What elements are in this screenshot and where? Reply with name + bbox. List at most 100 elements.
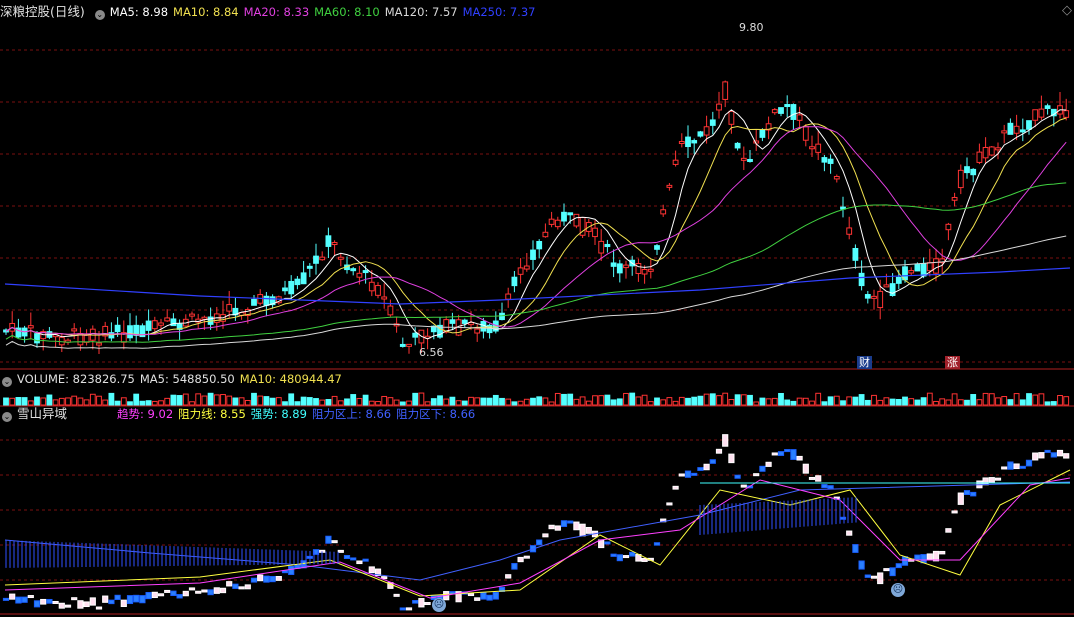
volume-ma10: MA10: 480944.47	[239, 372, 342, 386]
volume-bar	[970, 394, 977, 406]
volume-bar	[920, 397, 927, 406]
indicator-bar	[920, 554, 927, 564]
candle-body	[251, 298, 257, 306]
candle-body	[337, 256, 344, 260]
candle-body	[641, 268, 648, 275]
volume-bar	[951, 393, 958, 406]
volume-bar	[1026, 393, 1032, 406]
indicator-bar	[684, 470, 692, 478]
volume-bar	[697, 395, 704, 406]
volume-bar	[232, 397, 239, 406]
volume-bar	[120, 397, 127, 406]
chart-canvas[interactable]	[0, 0, 1074, 617]
candle-body	[282, 287, 288, 292]
volume-bar	[883, 397, 890, 406]
indicator-bar	[393, 593, 400, 597]
candle-body	[728, 110, 735, 125]
finance-tag[interactable]: 财	[857, 356, 872, 369]
indicator-bar	[343, 555, 351, 560]
volume-bar	[858, 394, 865, 406]
indicator-bar	[610, 553, 617, 557]
indicator-bar	[759, 465, 766, 472]
indicator-bar	[1025, 459, 1033, 467]
candle-body	[263, 295, 270, 306]
candle-body	[1063, 110, 1070, 118]
volume-bar	[449, 396, 456, 406]
candle-body	[387, 305, 394, 316]
volume-bar	[257, 395, 264, 406]
indicator-bar	[598, 539, 605, 549]
collapse-circle-icon[interactable]: ⌄	[2, 412, 12, 422]
candle-body	[83, 334, 90, 343]
indicator-bar	[604, 541, 611, 545]
indicator-bar	[133, 594, 140, 603]
candle-body	[852, 247, 859, 261]
indicator-bar	[350, 557, 357, 561]
candle-body	[151, 320, 158, 330]
indicator-bar	[846, 530, 853, 536]
candle-body	[871, 295, 877, 299]
volume-bar	[716, 395, 722, 406]
volume-bar	[244, 399, 251, 406]
indicator-bar	[641, 557, 648, 562]
volume-bar	[691, 396, 698, 406]
indicator-bar	[1019, 465, 1026, 469]
indicator-bar	[622, 555, 630, 559]
candle-body	[976, 151, 983, 163]
volume-bar	[344, 398, 350, 406]
volume-bar	[660, 399, 667, 406]
volume-bar	[740, 394, 747, 406]
candle-body	[530, 249, 536, 260]
volume-bar	[71, 395, 78, 406]
indicator-bar	[988, 477, 995, 484]
indicator-bar	[697, 467, 704, 471]
volume-bar	[1007, 399, 1014, 406]
collapse-circle-icon[interactable]: ⌄	[2, 377, 12, 387]
candle-body	[703, 126, 710, 136]
volume-bar	[387, 397, 394, 406]
candle-body	[833, 175, 840, 180]
candle-body	[926, 262, 933, 272]
indicator-bar	[21, 596, 28, 603]
indicator-bar	[325, 535, 332, 544]
volume-legend: ⌄ VOLUME: 823826.75 MA5: 548850.50 MA10: 48…	[0, 371, 347, 387]
volume-bar	[982, 392, 989, 406]
indicator-bar	[722, 434, 729, 447]
resistance-line-value: 阻力线: 8.55	[178, 407, 246, 421]
candle-body	[158, 322, 164, 326]
rise-tag[interactable]: 涨	[945, 356, 960, 369]
candle-body	[809, 146, 815, 150]
candle-body	[883, 284, 890, 288]
candle-body	[1038, 108, 1045, 118]
volume-bar	[889, 398, 896, 406]
volume-bar	[964, 399, 970, 406]
volume-bar	[263, 396, 270, 406]
volume-bar	[325, 399, 332, 406]
candle-body	[722, 81, 729, 100]
candle-body	[71, 328, 78, 332]
indicator-bar	[412, 600, 419, 604]
indicator-bar	[1050, 452, 1057, 458]
strength-value: 强势: 8.89	[250, 407, 307, 421]
indicator-bar	[188, 587, 196, 591]
volume-bar	[505, 398, 512, 406]
volume-bar	[3, 397, 9, 406]
ma20-line	[5, 126, 1067, 336]
volume-bar	[592, 395, 598, 406]
candle-body	[1007, 122, 1014, 135]
volume-bar	[908, 398, 915, 406]
indicator-bar	[839, 516, 847, 520]
candle-body	[325, 235, 332, 247]
indicator-bar	[467, 593, 475, 597]
candle-body	[362, 270, 369, 274]
candle-body	[288, 280, 295, 295]
volume-bar	[430, 398, 437, 406]
volume-bar	[362, 394, 369, 406]
candle-body	[970, 168, 977, 176]
volume-bar	[480, 397, 487, 406]
volume-bar	[375, 401, 381, 406]
indicator-bar	[777, 451, 785, 456]
indicator-title[interactable]: 雪山异域	[17, 406, 67, 421]
indicator-bar	[1001, 466, 1008, 470]
candle-body	[1019, 129, 1026, 133]
